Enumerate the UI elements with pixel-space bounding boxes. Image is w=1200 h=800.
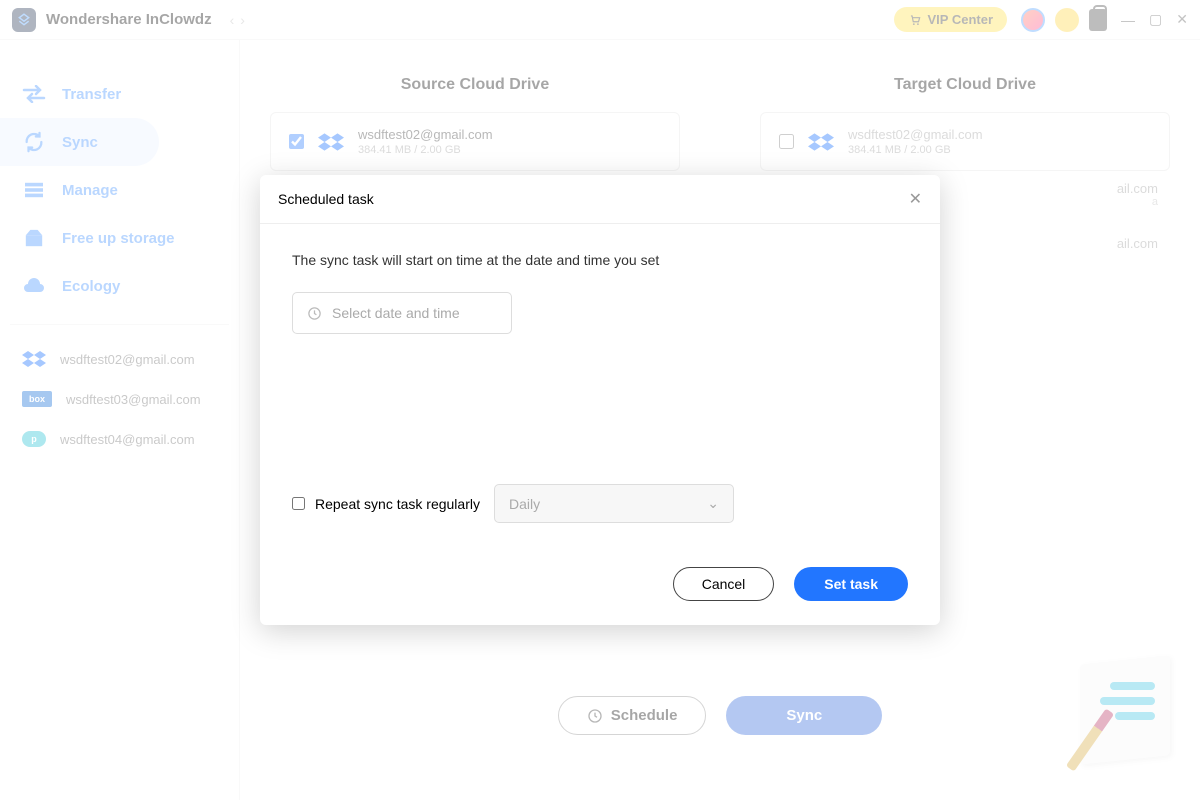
- repeat-select[interactable]: Daily ⌄: [494, 484, 734, 523]
- chevron-down-icon: ⌄: [707, 495, 719, 512]
- modal-title: Scheduled task: [278, 191, 374, 207]
- modal-close-icon[interactable]: ✕: [909, 189, 922, 209]
- repeat-checkbox-label[interactable]: Repeat sync task regularly: [292, 496, 480, 512]
- cancel-button[interactable]: Cancel: [673, 567, 775, 601]
- set-task-button[interactable]: Set task: [794, 567, 908, 601]
- datetime-input[interactable]: Select date and time: [292, 292, 512, 334]
- clock-icon: [307, 306, 322, 321]
- scheduled-task-modal: Scheduled task ✕ The sync task will star…: [260, 175, 940, 625]
- datetime-placeholder: Select date and time: [332, 305, 460, 321]
- repeat-checkbox[interactable]: [292, 497, 305, 510]
- modal-description: The sync task will start on time at the …: [292, 252, 908, 268]
